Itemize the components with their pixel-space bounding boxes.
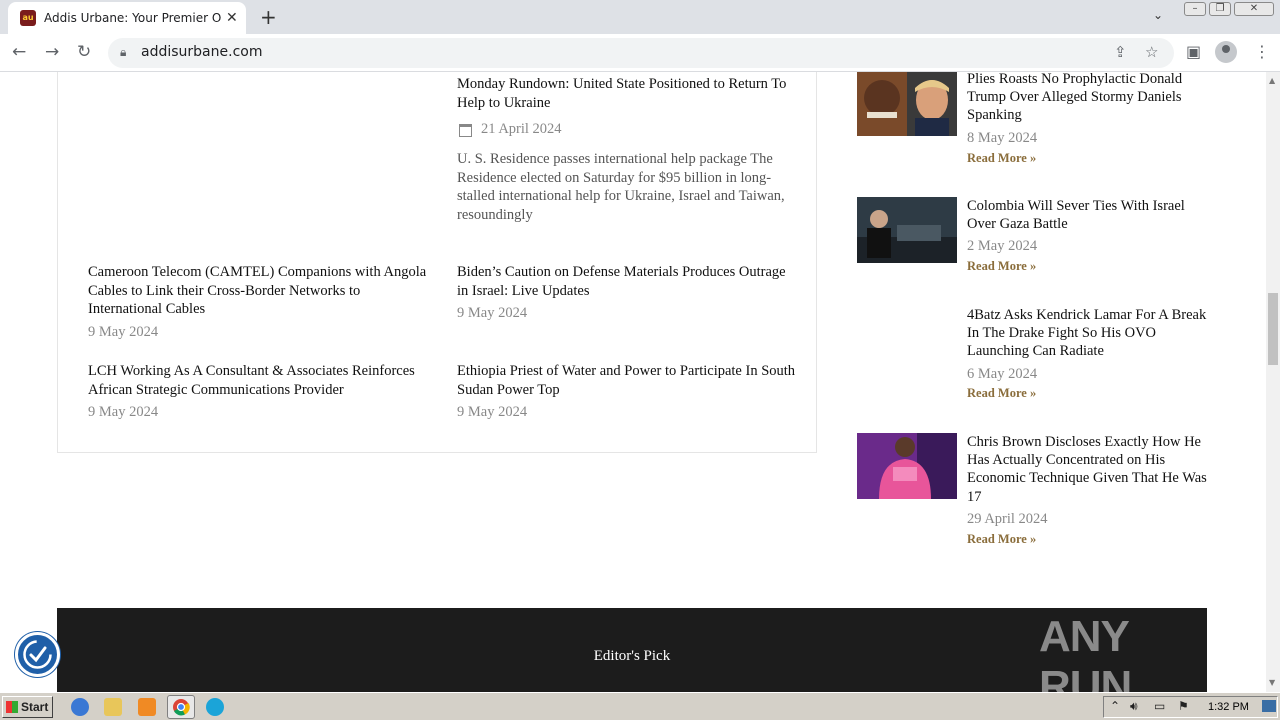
post-thumbnail-image xyxy=(857,72,957,136)
post-date: 9 May 2024 xyxy=(457,305,528,321)
editors-pick-heading: Editor's Pick xyxy=(593,648,671,664)
chrome-icon xyxy=(173,699,190,716)
system-tray: ⌃ 🔊︎ ▭ ⚑ xyxy=(1103,696,1278,718)
read-more-link[interactable]: Read More » xyxy=(967,386,1036,401)
anyrun-watermark-logo: ANY RUN xyxy=(1039,612,1132,692)
post-excerpt: U. S. Residence passes international hel… xyxy=(457,151,785,223)
address-bar[interactable]: 🔒︎ addisurbane.com ⇪ ☆ xyxy=(108,38,1174,68)
post-date: 21 April 2024 xyxy=(481,121,562,137)
media-player-icon[interactable] xyxy=(138,698,156,716)
restore-icon[interactable]: ❐ xyxy=(1209,2,1231,16)
start-label: Start xyxy=(21,700,49,714)
share-icon[interactable]: ⇪ xyxy=(1114,43,1127,61)
sidebar-post-title[interactable]: Colombia Will Sever Ties With Israel Ove… xyxy=(967,197,1212,233)
page-scrollbar[interactable]: ▲ ▼ xyxy=(1266,72,1280,692)
tab-strip: au Addis Urbane: Your Premier Online N ✕… xyxy=(0,0,1280,34)
site-favicon-icon: au xyxy=(20,10,36,26)
sidebar-post-date: 29 April 2024 xyxy=(967,511,1048,527)
scroll-up-icon[interactable]: ▲ xyxy=(1269,76,1275,85)
url-text[interactable]: addisurbane.com xyxy=(141,44,262,60)
bookmark-star-icon[interactable]: ☆ xyxy=(1145,43,1158,61)
sidebar-post-date: 8 May 2024 xyxy=(967,130,1038,146)
post-thumbnail-image xyxy=(857,197,957,263)
start-button[interactable]: Start xyxy=(2,696,53,718)
post-thumbnail[interactable] xyxy=(857,72,957,136)
minimize-icon[interactable]: – xyxy=(1184,2,1206,16)
menu-kebab-icon[interactable]: ⋮ xyxy=(1254,42,1270,61)
chrome-taskbar-button[interactable] xyxy=(167,695,195,719)
sidebar-post-title[interactable]: Chris Brown Discloses Exactly How He Has… xyxy=(967,433,1212,506)
read-more-link[interactable]: Read More » xyxy=(967,532,1036,547)
back-arrow-icon[interactable]: ← xyxy=(12,42,26,62)
post-thumbnail-image xyxy=(857,433,957,499)
scrollbar-thumb[interactable] xyxy=(1268,293,1278,365)
new-tab-icon[interactable]: + xyxy=(260,5,277,29)
browser-toolbar: ← → ↻ 🔒︎ addisurbane.com ⇪ ☆ ▣ ⋮ xyxy=(0,34,1280,72)
page-viewport: Monday Rundown: United State Positioned … xyxy=(0,72,1266,692)
calendar-icon xyxy=(459,124,472,137)
post-date: 9 May 2024 xyxy=(88,404,159,420)
profile-avatar-icon[interactable] xyxy=(1215,41,1237,63)
side-panel-icon[interactable]: ▣ xyxy=(1186,42,1201,61)
lock-icon[interactable]: 🔒︎ xyxy=(120,45,126,60)
read-more-link[interactable]: Read More » xyxy=(967,151,1036,166)
forward-arrow-icon[interactable]: → xyxy=(45,42,59,62)
windows-logo-icon xyxy=(6,701,18,713)
sidebar-post-title[interactable]: Plies Roasts No Prophylactic Donald Trum… xyxy=(967,72,1212,125)
ie-icon[interactable] xyxy=(71,698,89,716)
post-title[interactable]: Cameroon Telecom (CAMTEL) Companions wit… xyxy=(88,263,428,319)
os-taskbar: Start ⌃ 🔊︎ ▭ ⚑ 1:32 PM xyxy=(0,692,1280,720)
post-date: 9 May 2024 xyxy=(457,404,528,420)
post-title[interactable]: LCH Working As A Consultant & Associates… xyxy=(88,362,428,399)
accessibility-widget-button[interactable] xyxy=(15,632,60,677)
reload-icon[interactable]: ↻ xyxy=(77,42,91,62)
volume-icon[interactable]: 🔊︎ xyxy=(1130,699,1138,714)
close-window-icon[interactable]: ✕ xyxy=(1234,2,1274,16)
scroll-down-icon[interactable]: ▼ xyxy=(1269,678,1275,687)
explorer-folder-icon[interactable] xyxy=(104,698,122,716)
close-tab-icon[interactable]: ✕ xyxy=(226,10,238,26)
action-center-flag-icon[interactable]: ⚑ xyxy=(1178,699,1189,713)
post-date: 9 May 2024 xyxy=(88,324,159,340)
read-more-link[interactable]: Read More » xyxy=(967,259,1036,274)
editors-pick-section: Editor's Pick ANY RUN xyxy=(57,608,1207,692)
post-title[interactable]: Ethiopia Priest of Water and Power to Pa… xyxy=(457,362,797,399)
post-thumbnail[interactable] xyxy=(857,197,957,263)
show-desktop-icon[interactable] xyxy=(1262,700,1276,712)
edge-icon[interactable] xyxy=(206,698,224,716)
sidebar-post-date: 6 May 2024 xyxy=(967,366,1038,382)
post-title[interactable]: Monday Rundown: United State Positioned … xyxy=(457,75,797,112)
post-thumbnail[interactable] xyxy=(857,433,957,499)
browser-tab[interactable]: au Addis Urbane: Your Premier Online N ✕ xyxy=(8,2,246,34)
post-title[interactable]: Biden’s Caution on Defense Materials Pro… xyxy=(457,263,797,300)
sidebar-post-title[interactable]: 4Batz Asks Kendrick Lamar For A Break In… xyxy=(967,306,1212,361)
tray-expand-icon[interactable]: ⌃ xyxy=(1110,699,1120,713)
sidebar-post-date: 2 May 2024 xyxy=(967,238,1038,254)
tab-title: Addis Urbane: Your Premier Online N xyxy=(44,11,222,25)
tab-search-chevron-icon[interactable]: ⌄ xyxy=(1153,8,1163,22)
taskbar-clock[interactable]: 1:32 PM xyxy=(1208,701,1249,713)
network-icon[interactable]: ▭ xyxy=(1154,699,1165,713)
accessibility-icon xyxy=(23,640,52,669)
